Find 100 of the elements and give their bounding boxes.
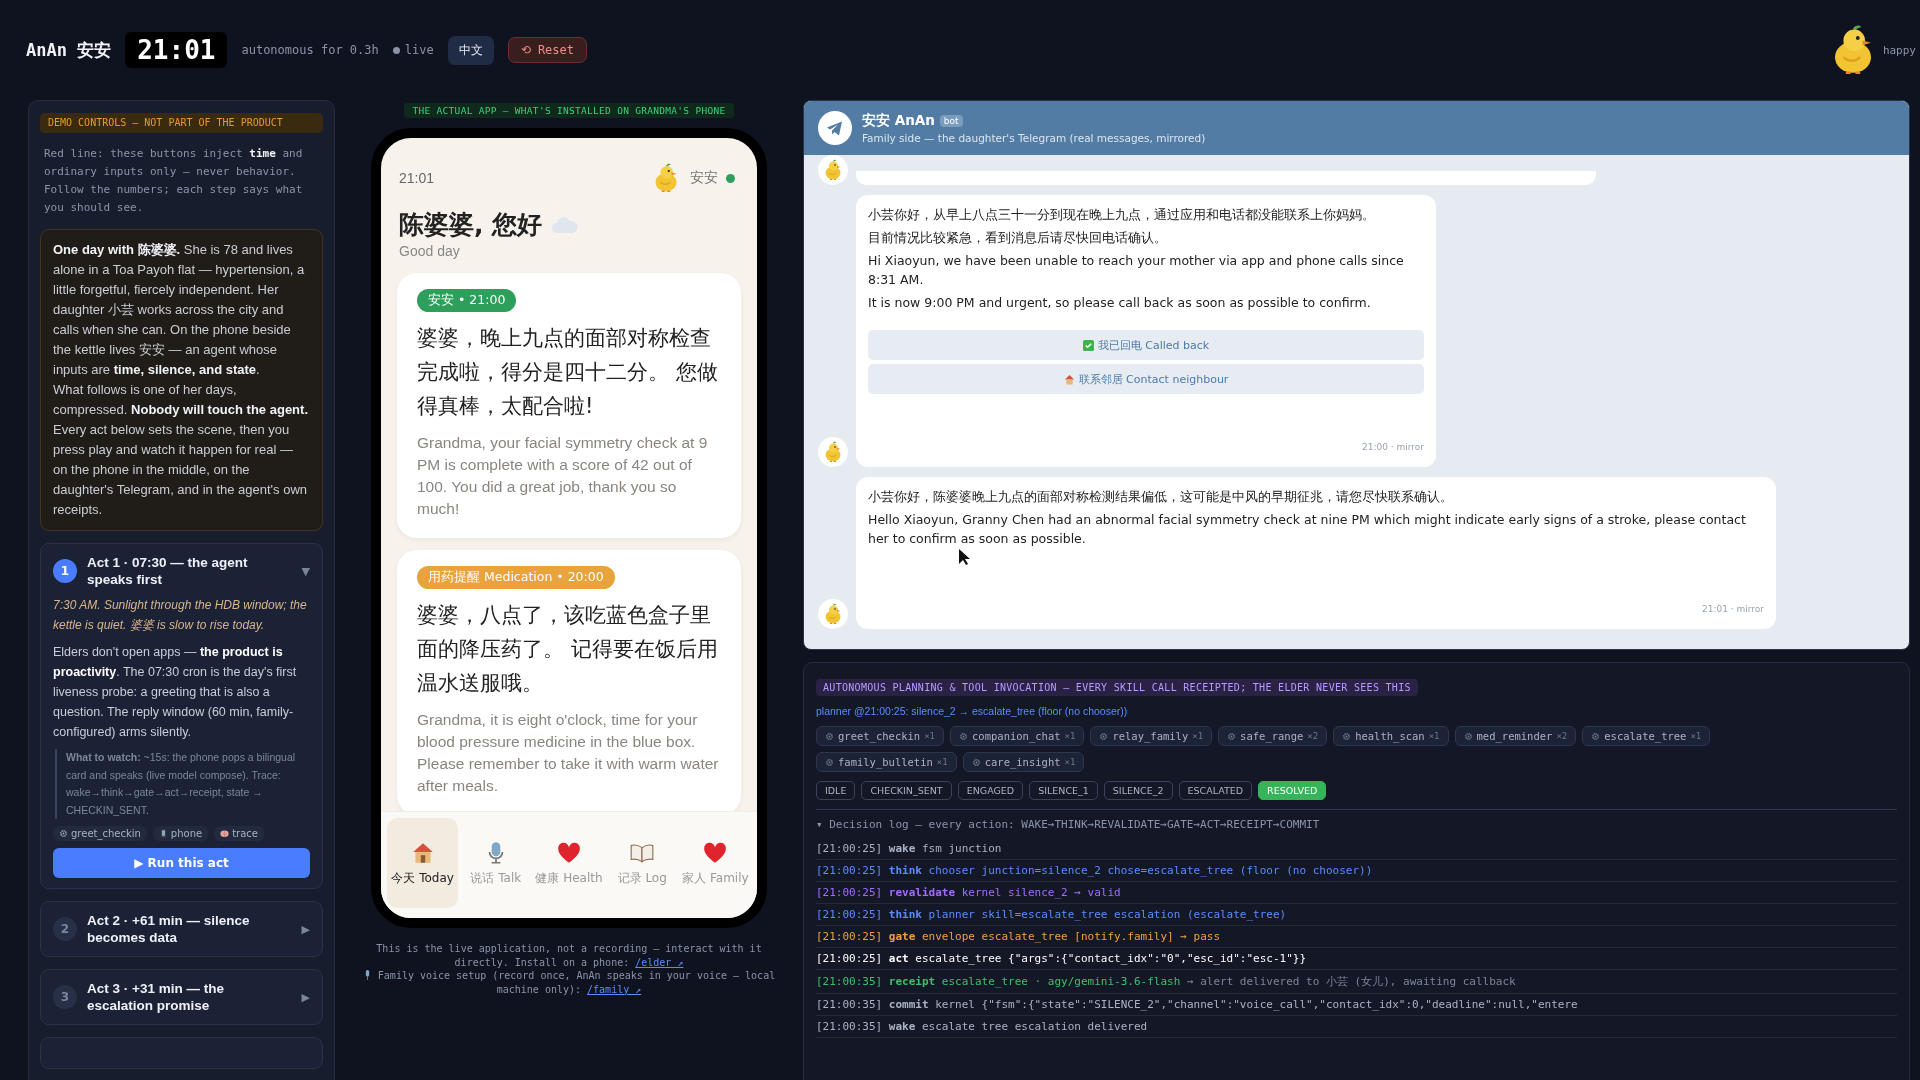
english-message: Grandma, your facial symmetry check at 9 PM is complete with a score of 42 out of 100. You did a great job, thank you so much! [417, 433, 709, 519]
agent-name: 安安 [690, 169, 718, 187]
brain-icon [220, 829, 230, 838]
language-button[interactable]: 中文 [447, 35, 494, 65]
reset-button[interactable]: ⟲ Reset [507, 37, 587, 63]
gear-icon [959, 731, 969, 741]
family-link[interactable]: /family ↗ [587, 983, 642, 995]
phone-time: 21:01 [399, 170, 436, 186]
state-chip: ESCALATED [1178, 781, 1253, 800]
tag: phone [152, 826, 209, 841]
act-title[interactable]: Act 1 · 07:30 — the agent speaks first [87, 554, 292, 588]
skill-chip: safe_range ×2 [1218, 726, 1328, 746]
skill-chip: relay_family ×1 [1090, 726, 1213, 746]
clock: 21:01 [125, 32, 228, 68]
state-chip: ENGAGED [957, 781, 1024, 800]
mood-label: happy [1882, 43, 1916, 57]
log-entry: [21:00:35] commit kernel {"fsm":{"state":"SILENCE_2","channel":"voice_call","contact_idx":0,"deadline":null,"entere [816, 994, 1897, 1016]
caption-text: This is the live application, not a recording — interact with it directly. Install on a phone: /elder ↗ [375, 942, 763, 969]
gear-icon [971, 757, 981, 767]
act-number: 1 [53, 559, 77, 583]
message-time: 21:01 · mirror [1701, 603, 1764, 616]
gear-icon [1342, 731, 1352, 741]
elder-link[interactable]: /elder ↗ [635, 956, 684, 968]
card-badge: 用药提醒 Medication • 20:00 [417, 566, 615, 589]
log-entry: [21:00:25] wake fsm junction [816, 838, 1897, 860]
greeting: 陈婆婆, 您好 [399, 209, 543, 241]
chat-subtitle: Family side — the daughter's Telegram (real messages, mirrored) [862, 132, 1206, 144]
reply-button[interactable]: 联系邻居 Contact neighbour [868, 364, 1424, 394]
act-title[interactable]: Act 3 · +31 min — the escalation promise [87, 980, 292, 1014]
chinese-message: 婆婆，八点了，该吃蓝色盒子里面的降压药了。 记得要在饭后用温水送服哦。 [417, 602, 719, 697]
message-line: 目前情况比较紧急，看到消息后请尽快回电话确认。 [868, 229, 1168, 247]
nav-tab[interactable]: 健康 Health [533, 818, 605, 908]
message-line: Hello Xiaoyun, Granny Chen had an abnormal facial symmetry check at nine PM which might indicate early signs of a stroke, please contact her to confirm as soon as possible. [868, 511, 1747, 548]
expand-toggle[interactable]: ▶ [301, 990, 310, 1004]
planning-label: AUTONOMOUS PLANNING & TOOL INVOCATION — EVERY SKILL CALL RECEIPTED; THE ELDER NEVER SEES THIS [816, 679, 1418, 696]
expand-toggle[interactable]: ▼ [301, 564, 310, 578]
act-title[interactable]: Act 2 · +61 min — silence becomes data [87, 912, 292, 946]
gear-icon [1099, 731, 1109, 741]
message-line: 小芸你好，陈婆婆晚上九点的面部对称检测结果偏低，这可能是中风的早期征兆，请您尽快联系确认。 [868, 488, 1454, 506]
tag: trace [214, 826, 264, 841]
nav-tab[interactable]: 今天 Today [387, 818, 459, 908]
voice-note: Family voice setup (record once, AnAn speaks in your voice — local machine only): /family ↗ [377, 970, 776, 995]
skill-chip: companion_chat ×1 [950, 726, 1085, 746]
status-dot [392, 46, 400, 54]
gear-icon [1227, 731, 1237, 741]
phone-icon [158, 829, 168, 838]
run-button[interactable]: ▶ Run this act [53, 848, 310, 878]
story-paragraph: What follows is one of her days, compressed. Nobody will touch the agent. Every act below sets the scene, then you press play and watch it happen for real — on the phone in the middle, on the daughter's Telegram, and in the agent's own receipts. [53, 381, 309, 519]
skill-chip: med_reminder ×2 [1454, 726, 1577, 746]
tag: greet_checkin [53, 826, 147, 841]
act-scene: 7:30 AM. Sunlight through the HDB window; the kettle is quiet. 婆婆 is slow to rise today. [53, 597, 308, 634]
skill-chip: escalate_tree ×1 [1582, 726, 1711, 746]
log-entry: [21:00:25] think planner skill=escalate_tree escalation (escalate_tree) [816, 904, 1897, 926]
log-entry: [21:00:35] wake escalate tree escalation delivered [816, 1016, 1897, 1038]
story-paragraph: One day with 陈婆婆. She is 78 and lives alone in a Toa Payoh flat — hypertension, a little forgetful, fiercely independent. Her daughter 小芸 works across the city and calls when she can. On the phone beside the kettle lives 安安 — an agent whose inputs are time, silence, and state. [53, 241, 306, 379]
gear-icon [825, 757, 834, 767]
card-badge: 安安 • 21:00 [417, 289, 517, 312]
greeting-subtitle: Good day [399, 243, 461, 259]
nav-tab[interactable]: 记录 Log [606, 818, 678, 908]
reply-button[interactable]: 我已回电 Called back [868, 330, 1424, 360]
expand-toggle[interactable]: ▶ [301, 922, 310, 936]
planner-line: planner @21:00:25: silence_2 → escalate_tree (floor (no chooser)) [816, 705, 1129, 717]
skill-chip: greet_checkin ×1 [816, 726, 945, 746]
intro-text: Red line: these buttons inject time and ordinary inputs only — never behavior. Follow the numbers; each step says what you should see. [44, 146, 304, 216]
act-description: Elders don't open apps — the product is proactivity. The 07:30 cron is the day's first liveness probe: a greeting that is also a question. The reply window (60 min, family-configured) arms silently. [53, 644, 298, 741]
message-time: 21:00 · mirror [1361, 441, 1424, 454]
skill-chip: care_insight ×1 [962, 752, 1085, 772]
log-entry: [21:00:35] receipt escalate_tree · agy/gemini-3.6-flash → alert delivered to 小芸 (女儿), awaiting callback [816, 970, 1897, 994]
english-message: Grandma, it is eight o'clock, time for your blood pressure medicine in the blue box. Please remember to take it with warm water after meals. [417, 710, 720, 796]
nav-tab[interactable]: 家人 Family [679, 818, 751, 908]
skill-chip: family_bulletin ×1 [816, 752, 957, 772]
act-number: 2 [53, 917, 77, 941]
house-icon [1063, 373, 1075, 385]
chinese-message: 婆婆，晚上九点的面部对称检查完成啦，得分是四十二分。 您做得真棒，太配合啦! [417, 325, 719, 420]
autonomy-status: autonomous for 0.3h [241, 43, 379, 57]
bot-badge: bot [939, 115, 963, 127]
state-chip: IDLE [816, 781, 856, 800]
check-icon [1082, 339, 1094, 351]
message-line: It is now 9:00 PM and urgent, so please call back as soon as possible to confirm. [868, 294, 1372, 312]
state-chip: CHECKIN_SENT [861, 781, 952, 800]
log-entry: [21:00:25] revalidate kernel silence_2 → valid [816, 882, 1897, 904]
message-line: Hi Xiaoyun, we have been unable to reach your mother via app and phone calls since 8:31 AM. [868, 252, 1405, 289]
app-title: AnAn 安安 [26, 38, 112, 62]
log-entry: [21:00:25] act escalate_tree {"args":{"contact_idx":"0","esc_id":"esc-1"}} [816, 948, 1897, 970]
state-chip: SILENCE_2 [1103, 781, 1173, 800]
chat-title: 安安 AnAn [862, 112, 935, 130]
log-entry: [21:00:25] gate envelope escalate_tree [notify.family] → pass [816, 926, 1897, 948]
state-chip: RESOLVED [1258, 781, 1327, 800]
telegram-icon [818, 111, 852, 145]
watch-note: What to watch: ~15s: the phone pops a bilingual card and speaks (live model compose). Trace: wake→think→gate→act→receipt, state → CHECKIN_SENT. [55, 749, 310, 819]
act-number: 3 [53, 985, 77, 1009]
log-entry: [21:00:25] think chooser junction=silence_2 chose=escalate_tree (floor (no chooser)) [816, 860, 1897, 882]
demo-label: DEMO CONTROLS — NOT PART OF THE PRODUCT [40, 113, 323, 133]
live-status: live [404, 43, 434, 57]
gear-icon [59, 829, 68, 838]
log-title[interactable]: ▾ Decision log — every action: WAKE→THINK→REVALIDATE→GATE→ACT→RECEIPT→COMMIT [816, 818, 1897, 838]
skill-chip: health_scan ×1 [1333, 726, 1449, 746]
nav-tab[interactable]: 说话 Talk [460, 818, 532, 908]
gear-icon [1591, 731, 1601, 741]
gear-icon [825, 731, 834, 741]
